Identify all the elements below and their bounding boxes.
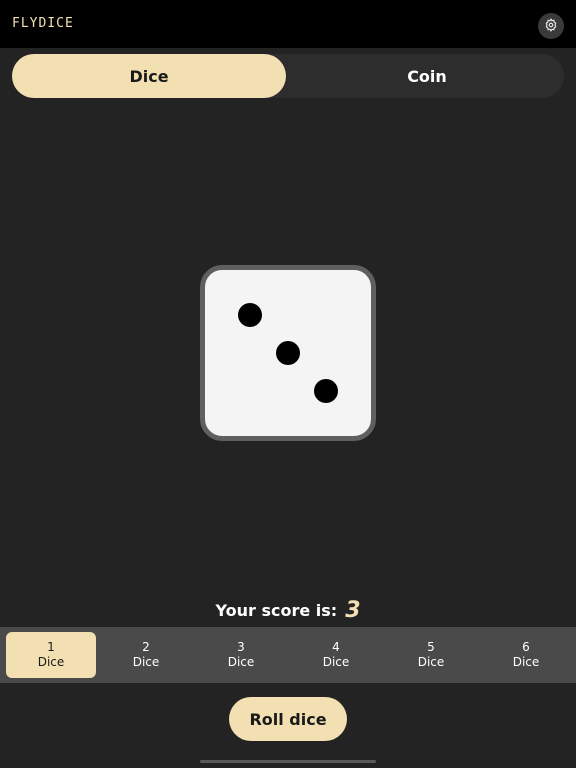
dice-count-2[interactable]: 2 Dice	[101, 632, 191, 678]
die-pip	[276, 341, 300, 365]
gear-icon	[544, 17, 558, 36]
roll-dice-button[interactable]: Roll dice	[229, 697, 347, 741]
dice-count-number: 3	[237, 640, 245, 654]
dice-count-label: Dice	[227, 655, 255, 669]
top-bar: FLYDICE	[0, 0, 576, 48]
dice-count-number: 5	[427, 640, 435, 654]
dice-count-1[interactable]: 1 Dice	[6, 632, 96, 678]
dice-count-number: 4	[332, 640, 340, 654]
app-title: FLYDICE	[12, 16, 74, 31]
dice-count-6[interactable]: 6 Dice	[481, 632, 571, 678]
dice-count-label: Dice	[322, 655, 350, 669]
dice-count-number: 6	[522, 640, 530, 654]
dice-count-3[interactable]: 3 Dice	[196, 632, 286, 678]
tab-coin[interactable]: Coin	[290, 54, 564, 98]
dice-count-number: 1	[47, 640, 55, 654]
score-display: Your score is: 3	[0, 596, 576, 624]
dice-count-number: 2	[142, 640, 150, 654]
home-indicator[interactable]	[200, 760, 376, 763]
score-label: Your score is:	[215, 600, 338, 620]
die-pip	[314, 379, 338, 403]
dice-count-label: Dice	[132, 655, 160, 669]
tab-dice[interactable]: Dice	[12, 54, 286, 98]
die[interactable]	[200, 265, 376, 441]
dice-count-selector: 1 Dice 2 Dice 3 Dice 4 Dice 5 Dice 6 Dic…	[0, 627, 576, 683]
dice-count-label: Dice	[417, 655, 445, 669]
dice-count-label: Dice	[512, 655, 540, 669]
mode-switch: Dice Coin	[12, 54, 564, 98]
die-pip	[238, 303, 262, 327]
dice-count-4[interactable]: 4 Dice	[291, 632, 381, 678]
settings-button[interactable]	[538, 13, 564, 39]
dice-count-label: Dice	[37, 655, 65, 669]
score-value: 3	[345, 597, 361, 623]
dice-count-5[interactable]: 5 Dice	[386, 632, 476, 678]
